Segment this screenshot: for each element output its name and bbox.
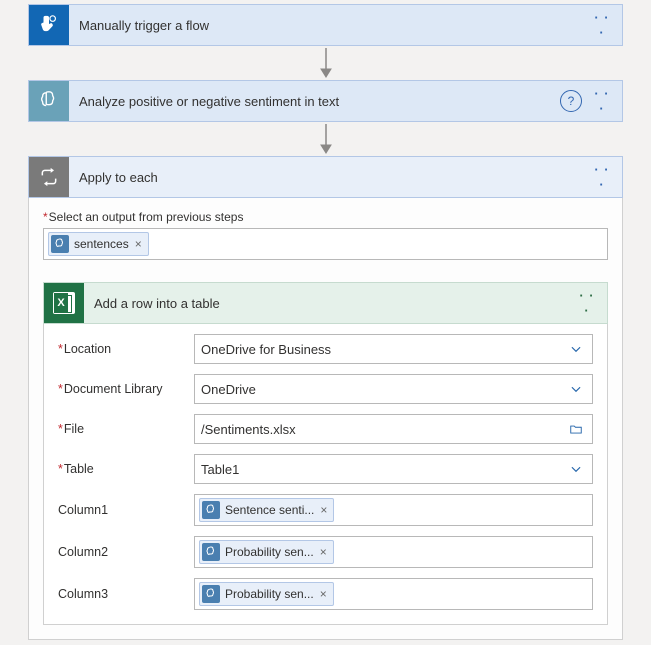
loop-icon [29,157,69,197]
column2-field[interactable]: Probability sen... × [194,536,593,568]
chevron-down-icon[interactable] [566,342,586,356]
column1-field[interactable]: Sentence senti... × [194,494,593,526]
table-select[interactable]: Table1 [194,454,593,484]
token-probability-1[interactable]: Probability sen... × [199,540,334,564]
token-label: sentences [74,237,129,251]
label: *Location [58,342,194,356]
step-add-row-into-table[interactable]: X Add a row into a table · · · [43,282,608,324]
row-location: *Location OneDrive for Business [58,334,593,364]
token-probability-2[interactable]: Probability sen... × [199,582,334,606]
step-title: Add a row into a table [84,296,575,311]
token-label: Probability sen... [225,545,314,559]
token-remove[interactable]: × [320,503,327,517]
ai-token-icon [202,543,220,561]
label: *Table [58,462,194,476]
ai-token-icon [202,501,220,519]
step-analyze-sentiment[interactable]: Analyze positive or negative sentiment i… [28,80,623,122]
label: Column3 [58,587,194,601]
label: *Document Library [58,382,194,396]
step-manual-trigger[interactable]: Manually trigger a flow · · · [28,4,623,46]
row-column1: Column1 Sentence senti... × [58,494,593,526]
brain-icon [29,81,69,121]
excel-icon: X [44,283,84,323]
ai-token-icon [202,585,220,603]
column3-field[interactable]: Probability sen... × [194,578,593,610]
step-title: Apply to each [69,170,590,185]
row-table: *Table Table1 [58,454,593,484]
row-file: *File /Sentiments.xlsx [58,414,593,444]
output-token-field[interactable]: sentences × [43,228,608,260]
location-select[interactable]: OneDrive for Business [194,334,593,364]
ai-token-icon [51,235,69,253]
label: Column1 [58,503,194,517]
token-sentence-sentiment[interactable]: Sentence senti... × [199,498,334,522]
token-label: Probability sen... [225,587,314,601]
excel-action-body: *Location OneDrive for Business *Documen… [43,324,608,625]
applyeach-menu-button[interactable]: · · · [590,162,614,192]
tap-icon [29,5,69,45]
output-hint: *Select an output from previous steps [43,210,608,224]
folder-picker-icon[interactable] [566,422,586,436]
connector-arrow-1 [28,46,623,80]
step-title: Analyze positive or negative sentiment i… [69,94,560,109]
token-remove[interactable]: × [135,237,142,251]
file-input[interactable]: /Sentiments.xlsx [194,414,593,444]
chevron-down-icon[interactable] [566,462,586,476]
row-document-library: *Document Library OneDrive [58,374,593,404]
label: *File [58,422,194,436]
step1-menu-button[interactable]: · · · [590,10,614,40]
library-select[interactable]: OneDrive [194,374,593,404]
token-remove[interactable]: × [320,587,327,601]
token-sentences[interactable]: sentences × [48,232,149,256]
help-icon[interactable]: ? [560,90,582,112]
chevron-down-icon[interactable] [566,382,586,396]
row-column3: Column3 Probability sen... × [58,578,593,610]
apply-to-each-body: *Select an output from previous steps se… [28,198,623,640]
label: Column2 [58,545,194,559]
excel-menu-button[interactable]: · · · [575,288,599,318]
token-remove[interactable]: × [320,545,327,559]
row-column2: Column2 Probability sen... × [58,536,593,568]
token-label: Sentence senti... [225,503,314,517]
connector-arrow-2 [28,122,623,156]
step2-menu-button[interactable]: · · · [590,86,614,116]
step-title: Manually trigger a flow [69,18,590,33]
step-apply-to-each[interactable]: Apply to each · · · [28,156,623,198]
